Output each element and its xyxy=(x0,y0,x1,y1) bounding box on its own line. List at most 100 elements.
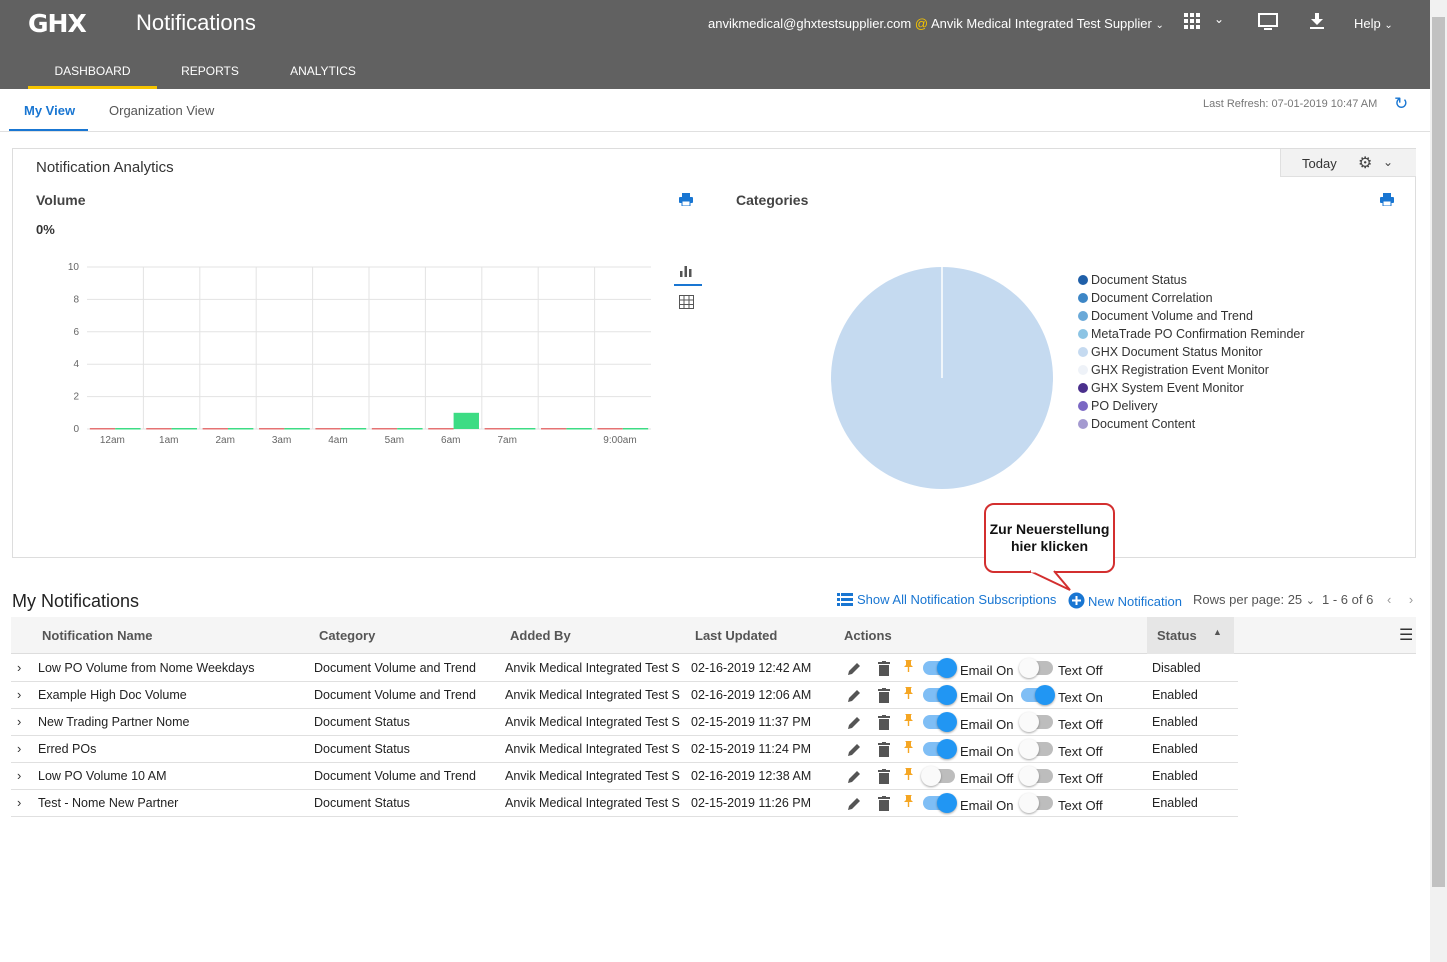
col-status[interactable]: Status xyxy=(1157,628,1197,643)
email-toggle[interactable] xyxy=(923,685,957,705)
col-last-updated[interactable]: Last Updated xyxy=(695,628,777,643)
column-menu-icon[interactable]: ☰ xyxy=(1399,625,1413,645)
legend-item[interactable]: Document Content xyxy=(1078,415,1305,433)
monitor-icon[interactable] xyxy=(1258,13,1278,36)
callout-line-2: hier klicken xyxy=(1010,538,1089,554)
legend-item[interactable]: GHX Registration Event Monitor xyxy=(1078,361,1305,379)
scrollbar[interactable] xyxy=(1430,0,1447,962)
logo-text: GHX xyxy=(28,9,87,38)
expand-row-icon[interactable]: › xyxy=(17,660,21,675)
text-toggle[interactable] xyxy=(1019,766,1053,786)
show-all-subscriptions-link[interactable]: Show All Notification Subscriptions xyxy=(837,592,1056,609)
col-notification-name[interactable]: Notification Name xyxy=(42,628,153,643)
email-toggle[interactable] xyxy=(923,658,957,678)
expand-row-icon[interactable]: › xyxy=(17,714,21,729)
table-row[interactable]: › Erred POs Document Status Anvik Medical I… xyxy=(11,736,1238,763)
next-page-icon[interactable]: › xyxy=(1409,592,1413,607)
col-category[interactable]: Category xyxy=(319,628,375,643)
rows-per-page: Rows per page: 25 ⌄ xyxy=(1193,592,1315,607)
table-row[interactable]: › Low PO Volume 10 AM Document Volume and … xyxy=(11,763,1238,790)
legend-item[interactable]: Document Correlation xyxy=(1078,289,1305,307)
text-toggle[interactable] xyxy=(1019,712,1053,732)
text-toggle[interactable] xyxy=(1019,739,1053,759)
sort-asc-icon[interactable]: ▲ xyxy=(1213,627,1222,637)
pin-icon[interactable] xyxy=(904,741,913,756)
rows-per-page-label: Rows per page: xyxy=(1193,592,1285,607)
y-tick-label: 10 xyxy=(68,262,80,273)
cell-added-by: Anvik Medical Integrated Test S... xyxy=(505,715,681,729)
volume-bar xyxy=(510,428,536,430)
category-pie-chart xyxy=(831,267,1053,489)
chevron-down-icon[interactable]: ⌄ xyxy=(1383,155,1393,169)
legend-item[interactable]: GHX System Event Monitor xyxy=(1078,379,1305,397)
tab-dashboard[interactable]: DASHBOARD xyxy=(28,58,157,89)
rows-per-page-select[interactable]: 25 ⌄ xyxy=(1288,592,1315,607)
app-grid-icon[interactable] xyxy=(1184,13,1200,34)
pin-icon[interactable] xyxy=(904,714,913,729)
edit-icon[interactable] xyxy=(846,688,862,707)
scrollbar-thumb[interactable] xyxy=(1432,17,1445,887)
text-toggle[interactable] xyxy=(1021,685,1055,705)
table-row[interactable]: › Example High Doc Volume Document Volume … xyxy=(11,682,1238,709)
gear-icon[interactable]: ⚙ xyxy=(1358,153,1372,173)
tab-reports[interactable]: REPORTS xyxy=(170,58,250,89)
edit-icon[interactable] xyxy=(846,769,862,788)
new-notification-button[interactable]: New Notification xyxy=(1068,592,1182,612)
text-toggle[interactable] xyxy=(1019,793,1053,813)
expand-row-icon[interactable]: › xyxy=(17,768,21,783)
edit-icon[interactable] xyxy=(846,742,862,761)
email-toggle[interactable] xyxy=(923,793,957,813)
text-toggle[interactable] xyxy=(1019,658,1053,678)
delete-icon[interactable] xyxy=(878,769,890,787)
pin-icon[interactable] xyxy=(904,660,913,675)
tab-organization-view[interactable]: Organization View xyxy=(109,103,214,118)
email-toggle[interactable] xyxy=(921,766,955,786)
tab-my-view[interactable]: My View xyxy=(24,103,75,118)
expand-row-icon[interactable]: › xyxy=(17,741,21,756)
expand-row-icon[interactable]: › xyxy=(17,795,21,810)
legend-item[interactable]: GHX Document Status Monitor xyxy=(1078,343,1305,361)
delete-icon[interactable] xyxy=(878,715,890,733)
pin-icon[interactable] xyxy=(904,768,913,783)
download-icon[interactable] xyxy=(1310,13,1324,34)
email-toggle[interactable] xyxy=(923,712,957,732)
volume-bar xyxy=(453,412,479,429)
ghx-logo[interactable]: GHX xyxy=(28,9,87,38)
edit-icon[interactable] xyxy=(846,715,862,734)
expand-row-icon[interactable]: › xyxy=(17,687,21,702)
chevron-down-icon[interactable]: ⌄ xyxy=(1214,12,1224,26)
edit-icon[interactable] xyxy=(846,661,862,680)
refresh-icon[interactable]: ↻ xyxy=(1394,94,1408,114)
text-status-label: Text Off xyxy=(1058,771,1103,786)
legend-swatch xyxy=(1078,365,1088,375)
email-toggle[interactable] xyxy=(923,739,957,759)
account-selector[interactable]: anvikmedical@ghxtestsupplier.com @ Anvik… xyxy=(708,16,1164,31)
edit-icon[interactable] xyxy=(846,796,862,815)
legend-item[interactable]: MetaTrade PO Confirmation Reminder xyxy=(1078,325,1305,343)
table-row[interactable]: › New Trading Partner Nome Document Status… xyxy=(11,709,1238,736)
list-icon xyxy=(837,593,853,609)
delete-icon[interactable] xyxy=(878,688,890,706)
bar-chart-view-icon[interactable] xyxy=(679,265,693,282)
tab-analytics[interactable]: ANALYTICS xyxy=(280,58,366,89)
pin-icon[interactable] xyxy=(904,687,913,702)
delete-icon[interactable] xyxy=(878,796,890,814)
pin-icon[interactable] xyxy=(904,795,913,810)
delete-icon[interactable] xyxy=(878,661,890,679)
help-menu[interactable]: Help ⌄ xyxy=(1354,16,1393,31)
table-row[interactable]: › Low PO Volume from Nome Weekdays Documen… xyxy=(11,655,1238,682)
chevron-down-icon: ⌄ xyxy=(1305,595,1315,607)
prev-page-icon[interactable]: ‹ xyxy=(1387,592,1391,607)
table-row[interactable]: › Test - Nome New Partner Document Status A… xyxy=(11,790,1238,817)
period-selector[interactable]: Today ⚙ ⌄ xyxy=(1280,149,1416,177)
table-view-icon[interactable] xyxy=(679,295,694,313)
legend-item[interactable]: PO Delivery xyxy=(1078,397,1305,415)
legend-item[interactable]: Document Volume and Trend xyxy=(1078,307,1305,325)
delete-icon[interactable] xyxy=(878,742,890,760)
col-added-by[interactable]: Added By xyxy=(510,628,571,643)
legend-item[interactable]: Document Status xyxy=(1078,271,1305,289)
print-icon[interactable] xyxy=(1380,193,1394,209)
print-icon[interactable] xyxy=(679,193,693,209)
toggle-knob xyxy=(937,658,957,678)
rows-per-page-value: 25 xyxy=(1287,592,1303,607)
